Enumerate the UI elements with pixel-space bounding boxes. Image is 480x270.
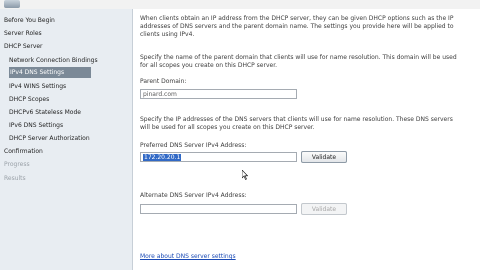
- main-panel: When clients obtain an IP address from t…: [133, 9, 480, 270]
- preferred-dns-value: 172.20.20.1: [143, 154, 182, 161]
- sidebar-item-server-roles[interactable]: Server Roles: [4, 28, 136, 39]
- server-manager-icon: [4, 0, 20, 8]
- parent-domain-value: pinard.com: [143, 91, 177, 98]
- dns-intro-text: Specify the IP addresses of the DNS serv…: [140, 116, 453, 131]
- title-bar: [0, 0, 480, 9]
- parent-domain-field[interactable]: pinard.com: [140, 89, 297, 99]
- parent-domain-label: Parent Domain:: [140, 78, 187, 85]
- validate-preferred-button[interactable]: Validate: [301, 151, 347, 163]
- sidebar-item-dhcpv6-stateless-mode[interactable]: DHCPv6 Stateless Mode: [9, 107, 129, 118]
- sidebar-item-before-you-begin[interactable]: Before You Begin: [4, 15, 136, 26]
- sidebar-item-progress: Progress: [4, 161, 30, 168]
- sidebar-item-dhcp-scopes[interactable]: DHCP Scopes: [9, 94, 129, 105]
- sidebar-item-ipv4-wins-settings[interactable]: IPv4 WINS Settings: [9, 81, 129, 92]
- domain-intro-text: Specify the name of the parent domain th…: [140, 54, 457, 69]
- sidebar-item-confirmation[interactable]: Confirmation: [4, 146, 136, 157]
- mouse-pointer-icon: [242, 170, 248, 180]
- sidebar-item-results: Results: [4, 175, 26, 182]
- alternate-dns-field[interactable]: [140, 204, 297, 214]
- more-about-dns-link[interactable]: More about DNS server settings: [140, 253, 236, 260]
- sidebar-item-network-connection-bindings[interactable]: Network Connection Bindings: [9, 55, 129, 66]
- sidebar-item-ipv4-dns-settings[interactable]: IPv4 DNS Settings: [9, 67, 91, 78]
- alternate-dns-label: Alternate DNS Server IPv4 Address:: [140, 192, 247, 199]
- intro-text: When clients obtain an IP address from t…: [140, 15, 454, 38]
- sidebar-item-dhcp-server-authorization[interactable]: DHCP Server Authorization: [9, 133, 129, 144]
- wizard-sidebar: Before You Begin Server Roles DHCP Serve…: [0, 9, 132, 270]
- preferred-dns-label: Preferred DNS Server IPv4 Address:: [140, 142, 247, 149]
- sidebar-item-dhcp-server[interactable]: DHCP Server: [4, 41, 136, 52]
- validate-alternate-button[interactable]: Validate: [301, 203, 347, 215]
- preferred-dns-field[interactable]: 172.20.20.1: [140, 152, 297, 162]
- sidebar-item-ipv6-dns-settings[interactable]: IPv6 DNS Settings: [9, 120, 129, 131]
